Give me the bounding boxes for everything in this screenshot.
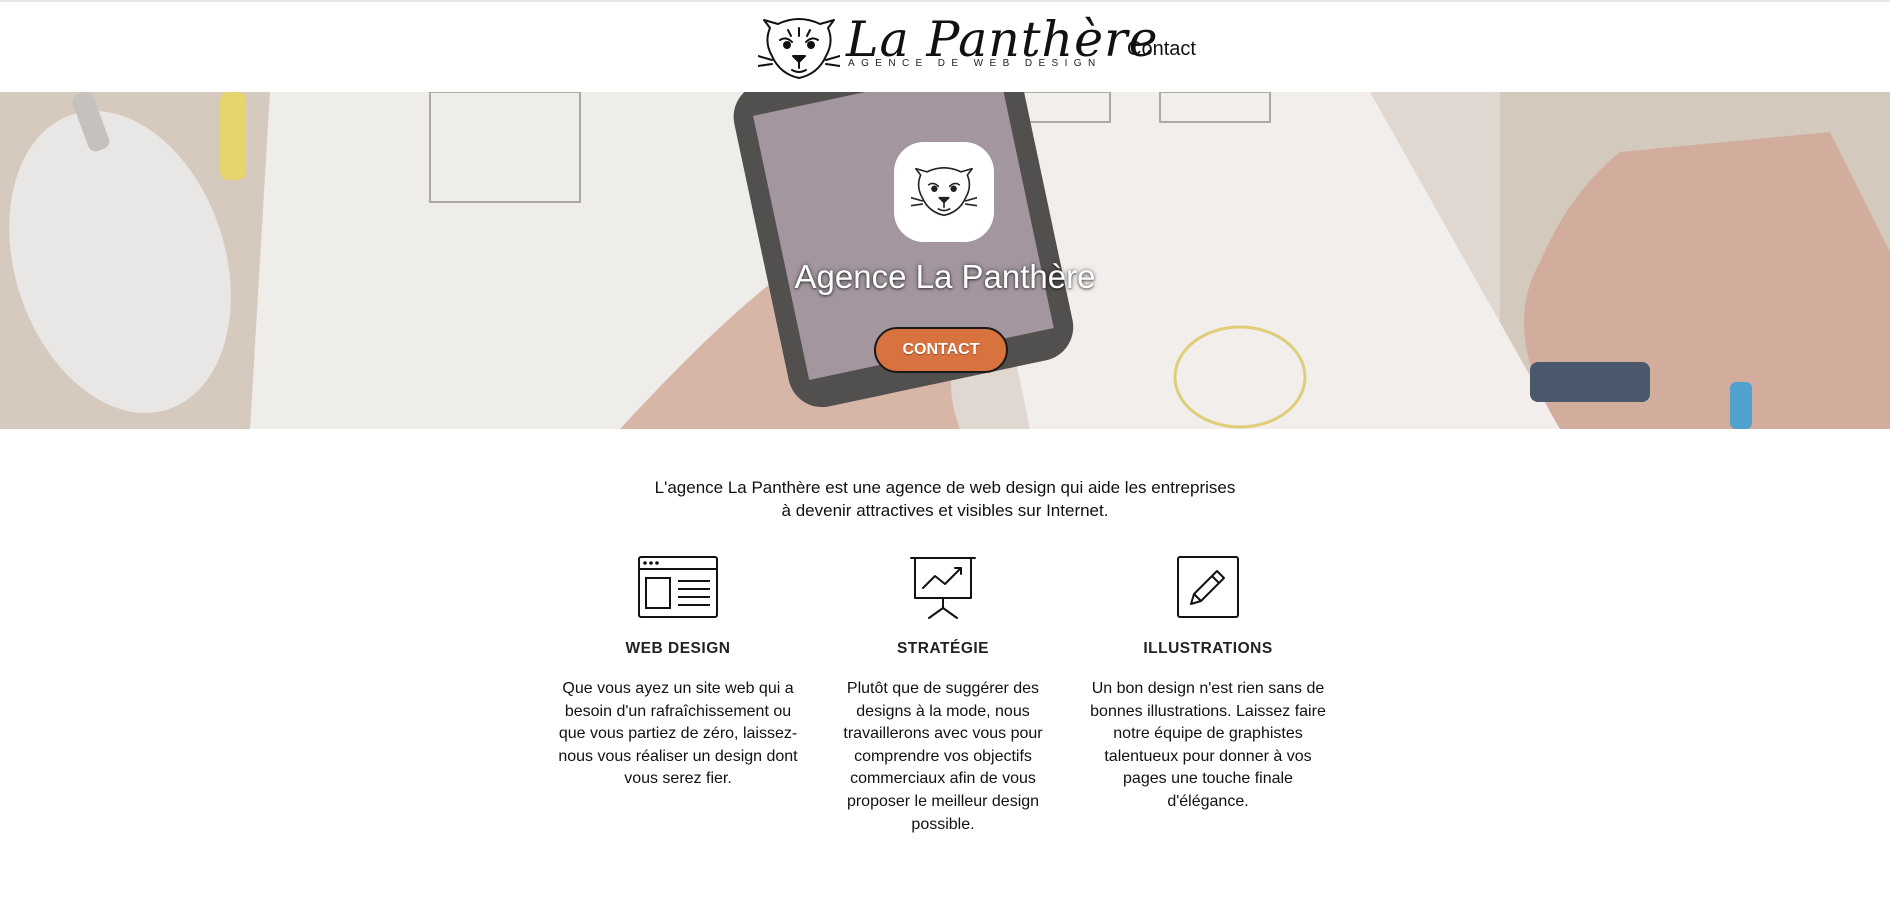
service-illustrations: ILLUSTRATIONS Un bon design n'est rien s…: [1088, 556, 1328, 814]
service-description: Un bon design n'est rien sans de bonnes …: [1090, 680, 1326, 810]
panther-head-icon: [911, 167, 977, 217]
brand-logo[interactable]: La Panthère AGENCE DE WEB DESIGN: [758, 11, 1159, 82]
site-header: La Panthère AGENCE DE WEB DESIGN Contact: [0, 2, 1890, 92]
intro-line-2: à devenir attractives et visibles sur In…: [781, 501, 1109, 520]
hero-logo-badge: [894, 142, 994, 242]
pencil-icon: [1177, 556, 1239, 618]
hero-banner: Agence La Panthère CONTACT: [0, 92, 1890, 429]
intro-line-1: L'agence La Panthère est une agence de w…: [654, 478, 1236, 497]
service-title: ILLUSTRATIONS: [1143, 640, 1273, 657]
brand-tagline: AGENCE DE WEB DESIGN: [848, 58, 1102, 69]
panther-head-icon: [758, 18, 840, 79]
service-web-design: WEB DESIGN Que vous ayez un site web qui…: [558, 556, 798, 791]
hero-contact-button[interactable]: CONTACT: [874, 327, 1008, 373]
browser-layout-icon: [638, 556, 718, 618]
service-title: WEB DESIGN: [625, 640, 731, 657]
brand-name: La Panthère: [846, 11, 1159, 68]
service-description: Plutôt que de suggérer des designs à la …: [843, 680, 1043, 833]
presentation-chart-icon: [910, 557, 976, 619]
service-description: Que vous ayez un site web qui a besoin d…: [558, 680, 798, 788]
intro-text: L'agence La Panthère est une agence de w…: [0, 476, 1890, 522]
hero-title: Agence La Panthère: [794, 258, 1096, 295]
service-strategie: STRATÉGIE Plutôt que de suggérer des des…: [823, 556, 1063, 836]
service-title: STRATÉGIE: [896, 640, 990, 657]
nav-contact-link[interactable]: Contact: [1127, 38, 1196, 61]
